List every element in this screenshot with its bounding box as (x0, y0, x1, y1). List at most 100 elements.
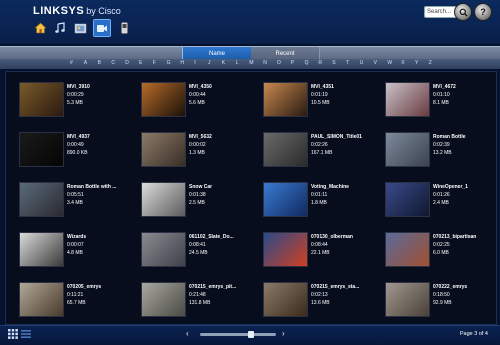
media-item[interactable]: MVI_4351 0:01:19 10.5 MB (263, 82, 373, 126)
prev-page-button[interactable]: ‹ (186, 329, 189, 338)
media-meta: WineOpener_1 0:01:26 2.4 MB (433, 183, 500, 207)
video-thumbnail[interactable] (385, 232, 430, 267)
media-item[interactable]: Roman Bottle with ... 0:05:51 3.4 MB (19, 182, 129, 226)
alpha-letter[interactable]: # (70, 60, 73, 66)
page-slider[interactable] (200, 333, 276, 336)
alpha-letter[interactable]: U (360, 60, 364, 66)
page-slider-thumb[interactable] (247, 331, 254, 338)
search-button[interactable] (454, 3, 472, 21)
search-icon (459, 8, 467, 16)
alpha-letter[interactable]: P (291, 60, 294, 66)
video-thumbnail[interactable] (141, 82, 186, 117)
alpha-letter[interactable]: F (153, 60, 156, 66)
media-item[interactable]: Voting_Machine 0:01:11 1.8 MB (263, 182, 373, 226)
media-duration: 0:00:02 (189, 142, 206, 148)
video-thumbnail[interactable] (141, 282, 186, 317)
media-item[interactable]: MVI_3910 0:00:29 5.3 MB (19, 82, 129, 126)
video-thumbnail[interactable] (141, 132, 186, 167)
alpha-letter[interactable]: Y (415, 60, 418, 66)
alpha-letter[interactable]: I (194, 60, 195, 66)
help-button[interactable]: ? (474, 3, 492, 21)
media-item[interactable]: 070222_emrys 0:18:50 92.9 MB (385, 282, 495, 326)
media-item[interactable]: MVI_4672 0:01:10 8.1 MB (385, 82, 495, 126)
alpha-letter[interactable]: M (249, 60, 253, 66)
brand-sub: by Cisco (86, 6, 121, 16)
media-item[interactable]: Roman Bottle 0:02:39 13.2 MB (385, 132, 495, 176)
video-thumbnail[interactable] (263, 182, 308, 217)
media-item[interactable]: 070130_olberman 0:08:44 22.1 MB (263, 232, 373, 276)
alpha-letter[interactable]: B (98, 60, 101, 66)
alpha-letter[interactable]: A (84, 60, 87, 66)
video-thumbnail[interactable] (19, 82, 64, 117)
media-item[interactable]: 070205_emrys 0:11:21 65.7 MB (19, 282, 129, 326)
media-item[interactable]: Wizards 0:00:07 4.8 MB (19, 232, 129, 276)
media-item[interactable]: MVI_4937 0:00:49 890.0 KB (19, 132, 129, 176)
video-thumbnail[interactable] (385, 182, 430, 217)
alpha-letter[interactable]: V (374, 60, 377, 66)
alpha-letter[interactable]: T (346, 60, 349, 66)
media-item[interactable]: 070213_bipartisan 0:02:25 6.0 MB (385, 232, 495, 276)
alpha-letter[interactable]: G (167, 60, 171, 66)
media-title: MVI_4672 (433, 84, 456, 90)
music-icon[interactable] (53, 21, 67, 35)
alpha-letter[interactable]: W (387, 60, 392, 66)
video-thumbnail[interactable] (385, 282, 430, 317)
search-input[interactable]: Search... (424, 6, 457, 18)
alpha-letter[interactable]: Q (305, 60, 309, 66)
media-title: 070215_emrys_sta... (311, 284, 360, 290)
media-item[interactable]: 070215_emrys_sta... 0:02:13 13.6 MB (263, 282, 373, 326)
media-duration: 0:02:25 (433, 242, 450, 248)
alpha-letter[interactable]: O (277, 60, 281, 66)
photo-icon[interactable] (73, 21, 87, 35)
video-thumbnail[interactable] (19, 182, 64, 217)
alpha-letter[interactable]: C (111, 60, 115, 66)
video-thumbnail[interactable] (263, 282, 308, 317)
alpha-letter[interactable]: R (318, 60, 322, 66)
video-thumbnail[interactable] (19, 282, 64, 317)
media-item[interactable]: WineOpener_1 0:01:26 2.4 MB (385, 182, 495, 226)
video-thumbnail[interactable] (141, 232, 186, 267)
media-duration: 0:01:26 (433, 192, 450, 198)
media-item[interactable]: MVI_4350 0:00:44 5.6 MB (141, 82, 251, 126)
alpha-letter[interactable]: X (401, 60, 404, 66)
media-size: 13.2 MB (433, 150, 452, 156)
home-icon[interactable] (33, 21, 47, 35)
media-item[interactable]: PAUL_SIMON_Title01 0:02:26 167.1 MB (263, 132, 373, 176)
grid-view-icon[interactable] (8, 329, 18, 339)
video-thumbnail[interactable] (263, 232, 308, 267)
alpha-letter[interactable]: S (332, 60, 335, 66)
media-duration: 0:02:13 (311, 292, 328, 298)
media-meta: MVI_4672 0:01:10 8.1 MB (433, 83, 500, 107)
alpha-letter[interactable]: J (208, 60, 211, 66)
media-duration: 0:00:29 (67, 92, 84, 98)
alpha-letter[interactable]: Z (429, 60, 432, 66)
alpha-letter[interactable]: H (180, 60, 184, 66)
media-duration: 0:00:49 (67, 142, 84, 148)
media-title: MVI_4350 (189, 84, 212, 90)
video-thumbnail[interactable] (19, 132, 64, 167)
alpha-letter[interactable]: E (139, 60, 142, 66)
video-thumbnail[interactable] (141, 182, 186, 217)
media-item[interactable]: 061102_Slate_Do... 0:08:41 24.5 MB (141, 232, 251, 276)
media-duration: 0:01:11 (311, 192, 328, 198)
alpha-letter[interactable]: D (125, 60, 129, 66)
media-duration: 0:00:44 (189, 92, 206, 98)
alpha-letter[interactable]: L (236, 60, 239, 66)
video-thumbnail[interactable] (263, 132, 308, 167)
alpha-letter[interactable]: N (263, 60, 267, 66)
media-item[interactable]: 070215_emrys_pit... 0:21:48 131.8 MB (141, 282, 251, 326)
alpha-letter[interactable]: K (222, 60, 225, 66)
video-thumbnail[interactable] (263, 82, 308, 117)
next-page-button[interactable]: › (282, 329, 285, 338)
media-size: 8.1 MB (433, 100, 449, 106)
media-title: MVI_4351 (311, 84, 334, 90)
media-item[interactable]: Snow Car 0:01:38 2.5 MB (141, 182, 251, 226)
media-item[interactable]: MVI_5632 0:00:02 1.3 MB (141, 132, 251, 176)
media-title: MVI_4937 (67, 134, 90, 140)
video-icon[interactable] (93, 19, 111, 37)
video-thumbnail[interactable] (385, 82, 430, 117)
device-icon[interactable] (117, 21, 131, 35)
video-thumbnail[interactable] (19, 232, 64, 267)
list-view-icon[interactable] (21, 329, 31, 339)
video-thumbnail[interactable] (385, 132, 430, 167)
